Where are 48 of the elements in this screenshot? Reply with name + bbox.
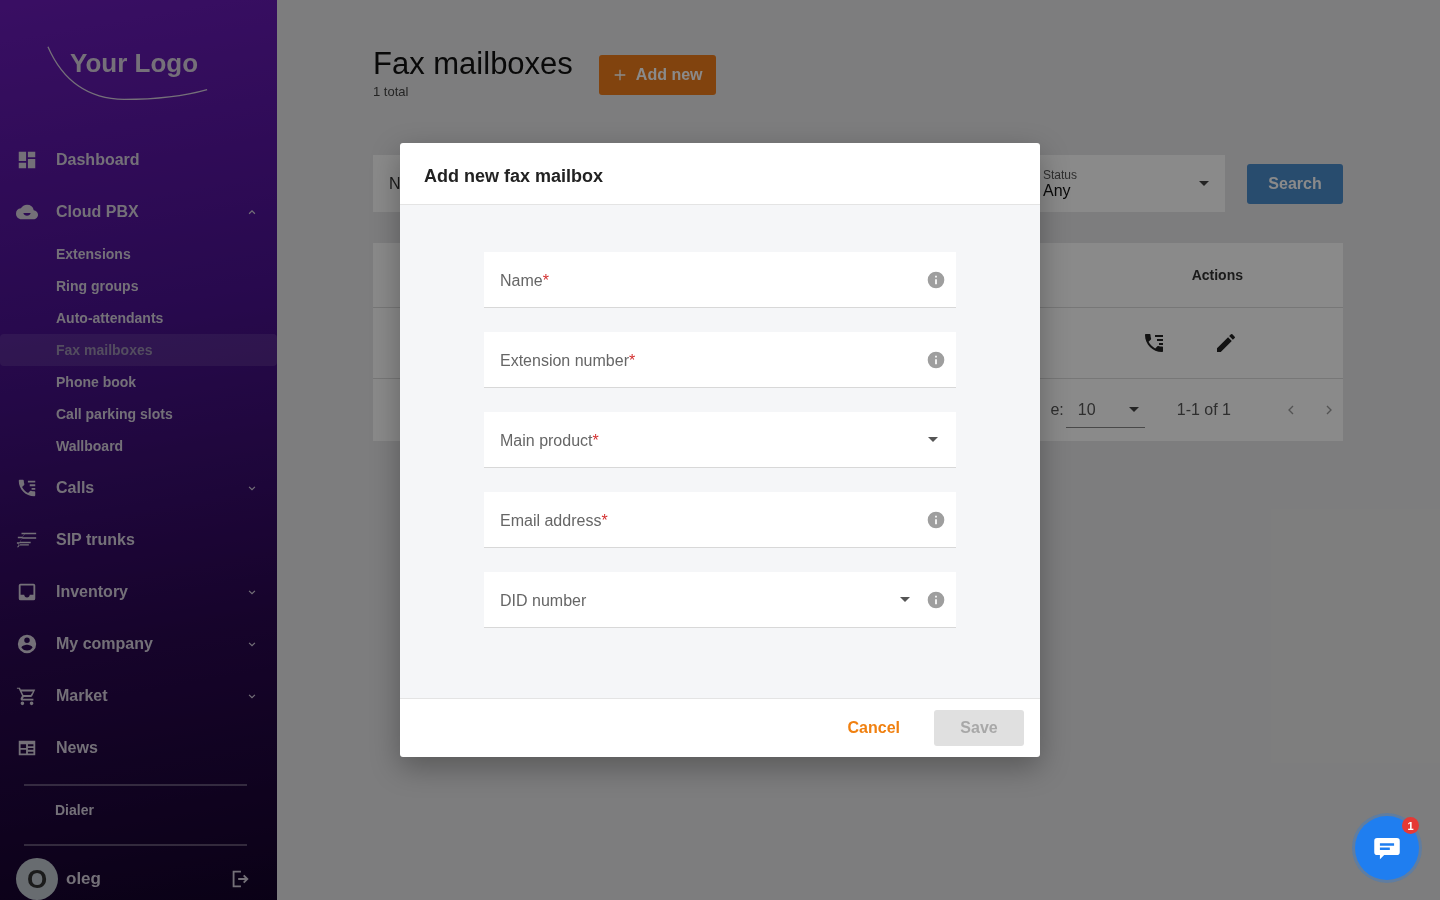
input-field[interactable]: Email address* <box>484 492 956 548</box>
info-icon[interactable] <box>926 509 946 530</box>
nav-subitem[interactable]: Extensions <box>0 238 277 271</box>
page-title: Fax mailboxes <box>373 46 573 82</box>
nav-subitem[interactable]: Ring groups <box>0 270 277 303</box>
nav-item[interactable]: Inventory <box>0 566 277 619</box>
add-new-button[interactable]: Add new <box>598 55 716 95</box>
nav-item[interactable]: Calls <box>0 462 277 515</box>
nav-item[interactable]: Dashboard <box>0 134 277 187</box>
page-range: 1-1 of 1 <box>1176 401 1231 419</box>
notification-badge: 1 <box>1402 817 1419 834</box>
search-button[interactable]: Search <box>1247 163 1343 204</box>
caret-icon <box>1128 407 1139 412</box>
info-icon[interactable] <box>926 349 946 370</box>
phone-list-icon[interactable] <box>1142 331 1166 355</box>
info-icon[interactable] <box>926 589 946 610</box>
nav-subitem[interactable]: Call parking slots <box>0 398 277 431</box>
status-select[interactable]: Status Any <box>1043 167 1209 200</box>
rows-per-page-label: e: <box>1050 401 1064 419</box>
nav-item[interactable]: SIP trunks <box>0 514 277 567</box>
cart-icon <box>16 685 38 708</box>
user-name: oleg <box>66 869 102 889</box>
dialer-link[interactable]: Dialer <box>0 786 277 835</box>
nav-subitem[interactable]: Auto-attendants <box>0 302 277 335</box>
logo: Your Logo <box>44 40 214 97</box>
select-field[interactable]: Main product* <box>484 412 956 468</box>
caret-icon <box>1199 181 1209 186</box>
rows-per-page-select[interactable]: 10 <box>1065 392 1145 428</box>
column-header: Actions <box>1191 267 1243 283</box>
cancel-button[interactable]: Cancel <box>831 710 916 746</box>
nav-item[interactable]: News <box>0 722 277 775</box>
avatar: O <box>16 858 58 900</box>
nav-item[interactable]: Market <box>0 670 277 723</box>
input-field[interactable]: Extension number* <box>484 332 956 388</box>
nav-item[interactable]: Cloud PBX <box>0 186 277 239</box>
info-icon[interactable] <box>926 269 946 290</box>
nav-subitem[interactable]: Phone book <box>0 366 277 399</box>
caret-icon <box>900 597 910 602</box>
chat-button[interactable] <box>1355 816 1419 880</box>
input-field[interactable]: Name* <box>484 252 956 308</box>
caret-icon <box>928 437 938 442</box>
edit-icon[interactable] <box>1214 331 1238 355</box>
nav-subitem[interactable]: Wallboard <box>0 430 277 463</box>
select-field[interactable]: DID number <box>484 572 956 628</box>
total-count: 1 total <box>373 84 410 99</box>
filter-field-label: N <box>389 174 401 193</box>
account-icon <box>16 633 38 656</box>
nav-item[interactable]: My company <box>0 618 277 671</box>
